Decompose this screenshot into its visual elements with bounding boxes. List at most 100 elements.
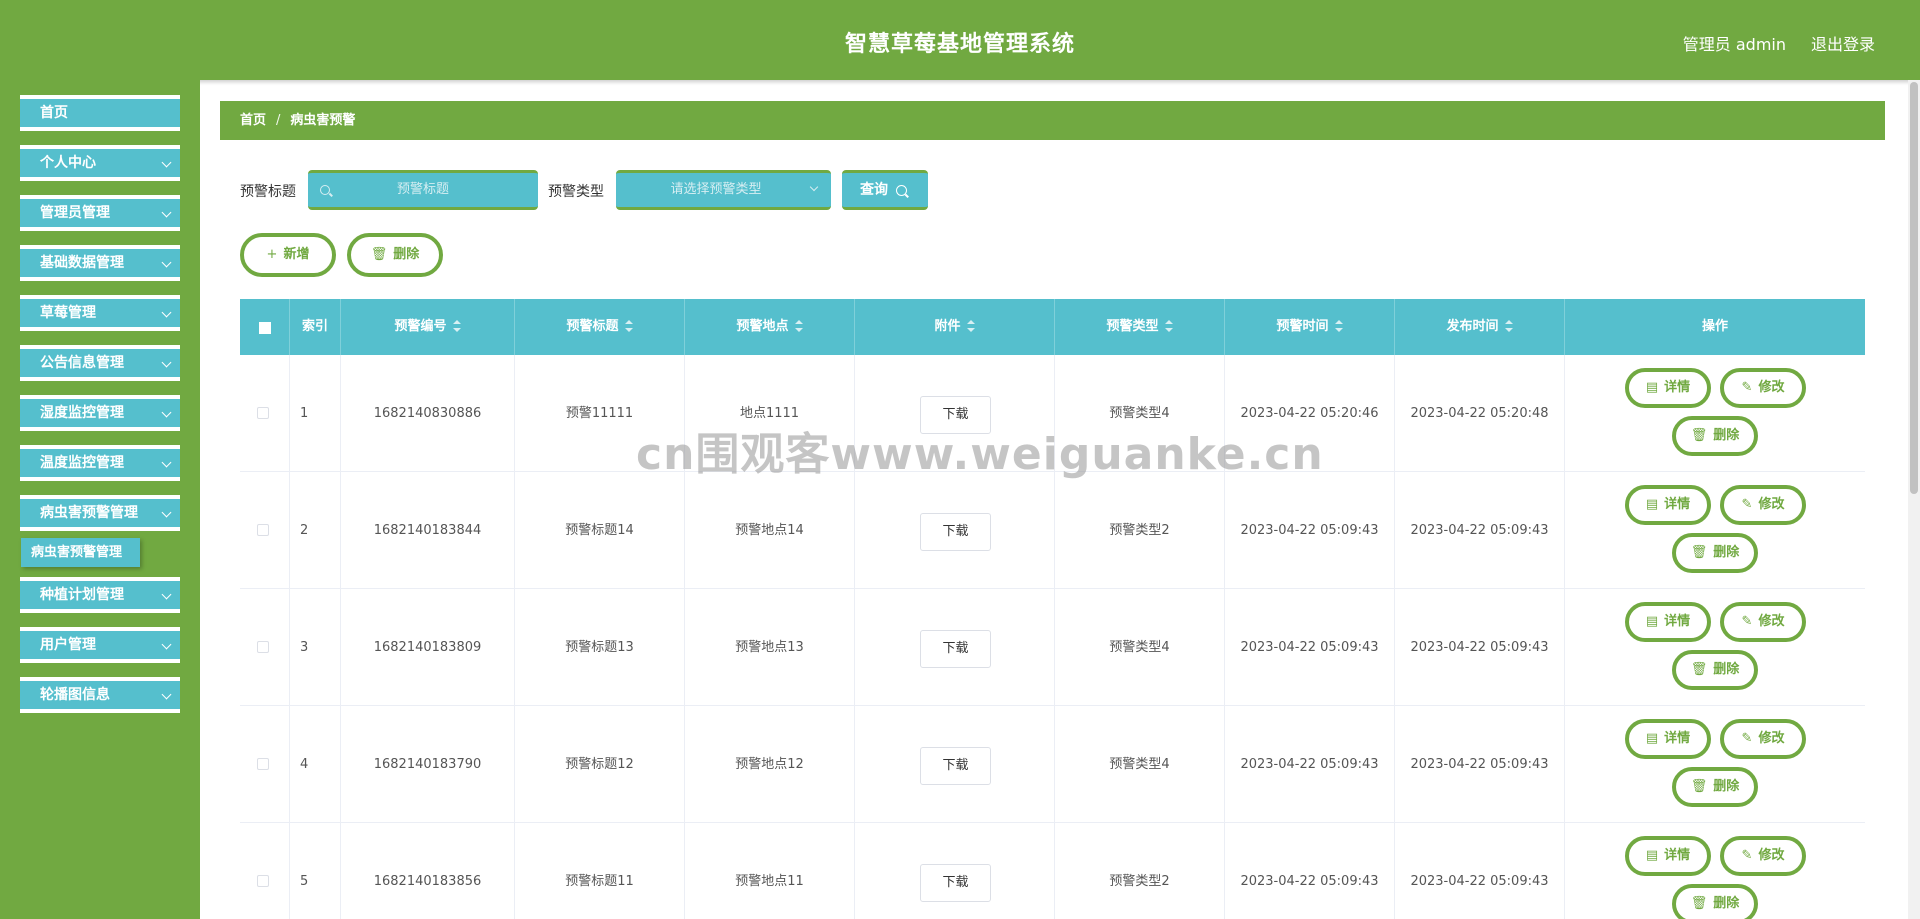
query-button[interactable]: 查询: [842, 170, 928, 210]
attachment-cell: 下载: [855, 472, 1055, 589]
row-actions-cell: ▤ 详情 ✎ 修改 🗑 删除: [1565, 706, 1865, 823]
pencil-icon: ✎: [1741, 380, 1753, 395]
edit-button[interactable]: ✎ 修改: [1720, 602, 1806, 642]
cell-publish-time: 2023-04-22 05:09:43: [1395, 472, 1565, 589]
detail-button[interactable]: ▤ 详情: [1625, 368, 1711, 408]
sidebar-item-base-data[interactable]: 基础数据管理: [20, 245, 180, 281]
cell-title: 预警标题14: [515, 472, 685, 589]
sidebar-item-temperature[interactable]: 温度监控管理: [20, 445, 180, 481]
header-publish-time[interactable]: 发布时间: [1395, 299, 1565, 355]
sidebar-item-users[interactable]: 用户管理: [20, 627, 180, 663]
title-search-input[interactable]: 预警标题: [308, 170, 538, 210]
pencil-icon: ✎: [1741, 731, 1753, 746]
sidebar-item-pest-warning[interactable]: 病虫害预警管理: [20, 495, 180, 531]
detail-button[interactable]: ▤ 详情: [1625, 602, 1711, 642]
cell-type: 预警类型2: [1055, 823, 1225, 919]
download-button[interactable]: 下载: [920, 747, 991, 785]
edit-button[interactable]: ✎ 修改: [1720, 836, 1806, 876]
sidebar-item-humidity[interactable]: 湿度监控管理: [20, 395, 180, 431]
document-icon: ▤: [1645, 731, 1659, 746]
cell-index: 2: [290, 472, 341, 589]
sort-icon[interactable]: [1164, 319, 1173, 332]
document-icon: ▤: [1645, 614, 1659, 629]
type-select[interactable]: 请选择预警类型: [616, 170, 831, 210]
chevron-down-icon: [161, 507, 172, 518]
sort-icon[interactable]: [1334, 319, 1343, 332]
sidebar-item-label: 轮播图信息: [40, 687, 110, 703]
add-button-label: 新增: [283, 247, 310, 262]
download-button[interactable]: 下载: [920, 630, 991, 668]
sidebar-item-home[interactable]: 首页: [20, 95, 180, 131]
edit-button[interactable]: ✎ 修改: [1720, 485, 1806, 525]
sort-icon[interactable]: [452, 319, 461, 332]
delete-button[interactable]: 🗑 删除: [1672, 416, 1758, 456]
sidebar-item-carousel[interactable]: 轮播图信息: [20, 677, 180, 713]
cell-title: 预警11111: [515, 355, 685, 472]
title-filter-label: 预警标题: [240, 184, 296, 200]
row-checkbox[interactable]: [257, 641, 269, 653]
cell-index: 5: [290, 823, 341, 919]
sidebar-item-strawberry[interactable]: 草莓管理: [20, 295, 180, 331]
row-actions-cell: ▤ 详情 ✎ 修改 🗑 删除: [1565, 589, 1865, 706]
sidebar-item-personal-center[interactable]: 个人中心: [20, 145, 180, 181]
download-button[interactable]: 下载: [920, 864, 991, 902]
row-checkbox[interactable]: [257, 407, 269, 419]
download-button[interactable]: 下载: [920, 396, 991, 434]
header-code[interactable]: 预警编号: [341, 299, 515, 355]
submenu-item-pest-warning[interactable]: 病虫害预警管理: [21, 538, 140, 567]
detail-button[interactable]: ▤ 详情: [1625, 485, 1711, 525]
header-warn-time[interactable]: 预警时间: [1225, 299, 1395, 355]
sidebar-item-notice[interactable]: 公告信息管理: [20, 345, 180, 381]
select-all-checkbox[interactable]: [259, 322, 271, 334]
detail-button[interactable]: ▤ 详情: [1625, 719, 1711, 759]
edit-button-label: 修改: [1758, 731, 1785, 746]
trash-icon: 🗑: [370, 247, 388, 262]
row-checkbox[interactable]: [257, 758, 269, 770]
header-location[interactable]: 预警地点: [685, 299, 855, 355]
chevron-down-icon: [161, 157, 172, 168]
detail-button[interactable]: ▤ 详情: [1625, 836, 1711, 876]
edit-button-label: 修改: [1758, 848, 1785, 863]
row-checkbox[interactable]: [257, 875, 269, 887]
delete-button[interactable]: 🗑 删除: [1672, 650, 1758, 690]
download-button[interactable]: 下载: [920, 513, 991, 551]
scrollbar-thumb[interactable]: [1910, 82, 1918, 494]
title-search-placeholder: 预警标题: [396, 182, 449, 197]
edit-button[interactable]: ✎ 修改: [1720, 719, 1806, 759]
sidebar-item-label: 用户管理: [40, 637, 96, 653]
cell-warn-time: 2023-04-22 05:09:43: [1225, 589, 1395, 706]
cell-code: 1682140183856: [341, 823, 515, 919]
detail-button-label: 详情: [1664, 497, 1691, 512]
row-actions-cell: ▤ 详情 ✎ 修改 🗑 删除: [1565, 355, 1865, 472]
delete-button-label: 删除: [393, 247, 420, 262]
cell-type: 预警类型4: [1055, 706, 1225, 823]
row-checkbox[interactable]: [257, 524, 269, 536]
delete-button[interactable]: 🗑 删除: [1672, 767, 1758, 807]
logout-link[interactable]: 退出登录: [1811, 31, 1875, 55]
sidebar-item-admin[interactable]: 管理员管理: [20, 195, 180, 231]
delete-button-label: 删除: [1713, 545, 1740, 560]
sort-icon[interactable]: [1504, 319, 1513, 332]
sidebar-item-planting-plan[interactable]: 种植计划管理: [20, 577, 180, 613]
trash-icon: 🗑: [1690, 662, 1708, 677]
cell-type: 预警类型4: [1055, 355, 1225, 472]
edit-button[interactable]: ✎ 修改: [1720, 368, 1806, 408]
detail-button-label: 详情: [1664, 614, 1691, 629]
cell-location: 地点1111: [685, 355, 855, 472]
sort-icon[interactable]: [624, 319, 633, 332]
pencil-icon: ✎: [1741, 848, 1753, 863]
cell-publish-time: 2023-04-22 05:20:48: [1395, 355, 1565, 472]
breadcrumb-home[interactable]: 首页: [240, 113, 266, 128]
header-title[interactable]: 预警标题: [515, 299, 685, 355]
query-button-label: 查询: [860, 182, 888, 198]
sort-icon[interactable]: [966, 319, 975, 332]
header-attachment[interactable]: 附件: [855, 299, 1055, 355]
attachment-cell: 下载: [855, 589, 1055, 706]
header-type[interactable]: 预警类型: [1055, 299, 1225, 355]
attachment-cell: 下载: [855, 823, 1055, 919]
sort-icon[interactable]: [794, 319, 803, 332]
batch-delete-button[interactable]: 🗑 删除: [347, 233, 443, 277]
add-button[interactable]: + 新增: [240, 233, 336, 277]
delete-button[interactable]: 🗑 删除: [1672, 533, 1758, 573]
delete-button[interactable]: 🗑 删除: [1672, 884, 1758, 919]
